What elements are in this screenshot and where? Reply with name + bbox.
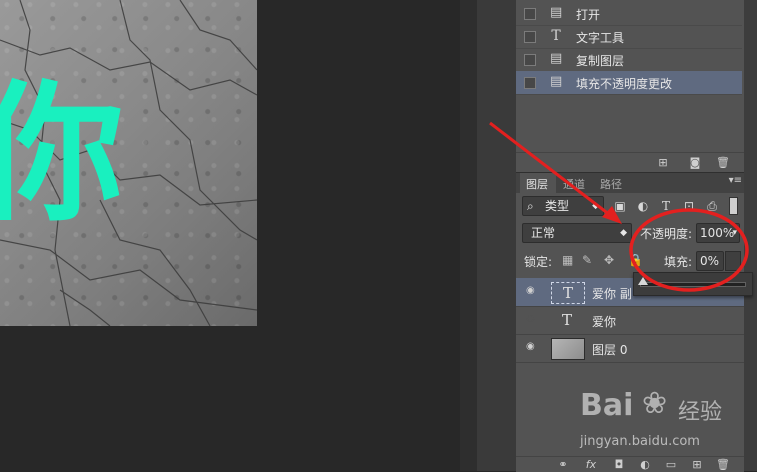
history-panel: ▤ 打开 T 文字工具 ▤ 复制图层 ▤ 填充不透明度更改 [516, 0, 744, 152]
search-icon: ⌕ [527, 199, 534, 213]
layer-name[interactable]: 图层 0 [592, 341, 627, 358]
fill-value: 0% [700, 254, 720, 268]
eye-icon[interactable]: ◉ [526, 286, 538, 296]
tab-paths[interactable]: 路径 [600, 176, 622, 192]
panel-tabs: 图层 通道 路径 ▾≡ [516, 173, 744, 193]
workspace-gutter [460, 0, 477, 471]
lock-move-icon[interactable]: ✥ [604, 253, 614, 267]
opacity-label: 不透明度: [640, 227, 693, 241]
lock-label: 锁定: [524, 255, 553, 269]
snapshot-checkbox[interactable] [524, 31, 536, 43]
history-item-label: 文字工具 [576, 31, 625, 45]
panel-menu-icon[interactable]: ▾≡ [729, 175, 742, 186]
paw-icon: ❀ [642, 386, 668, 421]
history-item-label: 打开 [576, 8, 601, 22]
eye-hidden-icon[interactable]: ◉ [526, 314, 538, 324]
layer-name[interactable]: 爱你 副 [592, 285, 632, 302]
history-item[interactable]: T 文字工具 [516, 25, 742, 49]
tab-channels[interactable]: 通道 [563, 176, 585, 192]
adjustment-filter-icon[interactable]: ◐ [636, 199, 650, 213]
blend-mode-value: 正常 [531, 226, 556, 240]
doc-icon: ▤ [550, 51, 563, 66]
new-document-from-state-icon[interactable]: ⊞ [656, 156, 670, 169]
history-item-selected[interactable]: ▤ 填充不透明度更改 [516, 71, 742, 95]
filter-toggle[interactable] [729, 197, 738, 215]
baidu-watermark: Bai ❀ 经验 jingyan.baidu.com [580, 382, 750, 462]
watermark-brand: Bai [580, 388, 634, 423]
canvas-text-glyph: 你 [0, 68, 125, 242]
layer-row[interactable]: ◉ T 爱你 [516, 306, 744, 335]
layer-name[interactable]: 爱你 [592, 313, 616, 330]
fill-label: 填充: [664, 255, 693, 269]
smart-object-filter-icon[interactable]: ⎙ [705, 199, 719, 213]
pixel-filter-icon[interactable]: ▣ [613, 199, 627, 213]
lock-brush-icon[interactable]: ✎ [582, 253, 592, 267]
text-filter-icon[interactable]: T [659, 199, 673, 213]
text-tool-icon: T [551, 28, 561, 44]
tab-layers[interactable]: 图层 [526, 176, 548, 192]
lock-all-icon[interactable]: 🔒 [628, 253, 643, 267]
fill-field[interactable]: 0% [696, 251, 724, 271]
history-item[interactable]: ▤ 打开 [516, 2, 742, 26]
watermark-url: jingyan.baidu.com [580, 434, 700, 449]
camera-icon[interactable]: ◙ [688, 156, 702, 169]
doc-icon: ▤ [550, 74, 563, 89]
chevron-down-icon: ◆ [620, 228, 627, 238]
blend-mode-select[interactable]: 正常 ◆ [522, 223, 632, 243]
chevron-down-icon: ◆ [592, 201, 599, 211]
filter-type-select[interactable]: ⌕ 类型 ◆ [522, 196, 604, 216]
eye-icon[interactable]: ◉ [526, 342, 538, 352]
link-icon[interactable]: ⚭ [556, 458, 570, 471]
trash-icon[interactable]: 🗑 [716, 156, 730, 169]
text-layer-thumbnail: T [561, 311, 572, 329]
history-footer: ⊞ ◙ 🗑 [516, 152, 744, 173]
fill-slider-track[interactable] [640, 282, 746, 287]
layer-row[interactable]: ◉ 图层 0 [516, 334, 744, 363]
image-layer-thumbnail [551, 338, 585, 360]
lock-transparent-icon[interactable]: ▦ [562, 253, 573, 267]
chevron-down-icon: ▾ [732, 228, 737, 238]
fill-slider-popup [633, 272, 753, 296]
snapshot-checkbox[interactable] [524, 54, 536, 66]
history-item-label: 复制图层 [576, 54, 625, 68]
panel-dock-strip [477, 0, 517, 471]
opacity-field[interactable]: 100% ▾ [696, 223, 740, 243]
watermark-suffix: 经验 [678, 400, 723, 425]
fill-slider-knob[interactable] [638, 277, 648, 285]
snapshot-checkbox[interactable] [524, 77, 536, 89]
document-canvas[interactable]: 你 [0, 0, 257, 326]
history-item[interactable]: ▤ 复制图层 [516, 48, 742, 72]
filter-type-label: 类型 [545, 199, 570, 213]
history-item-label: 填充不透明度更改 [576, 77, 673, 91]
snapshot-checkbox[interactable] [524, 8, 536, 20]
fill-dropdown-button[interactable] [725, 251, 741, 271]
shape-filter-icon[interactable]: ⊡ [682, 199, 696, 213]
text-layer-thumbnail: T [551, 282, 585, 304]
opacity-value: 100% [700, 226, 735, 240]
doc-icon: ▤ [550, 5, 563, 20]
